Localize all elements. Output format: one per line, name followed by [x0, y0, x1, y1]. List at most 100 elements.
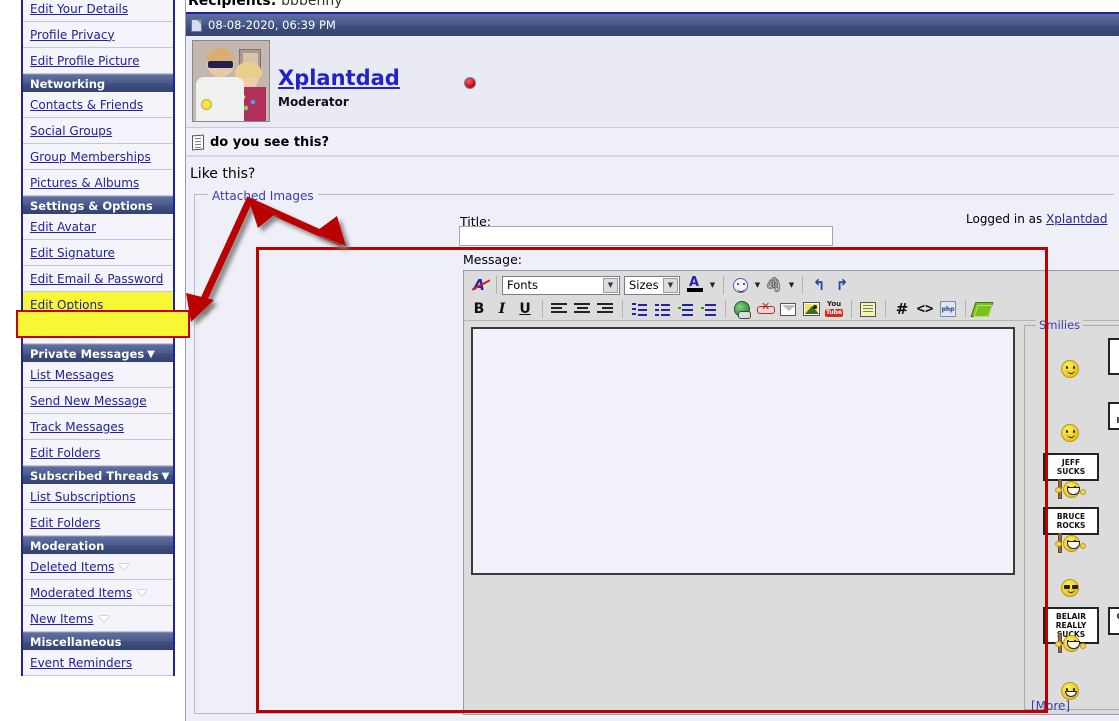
sidebar-item-label[interactable]: Event Reminders	[30, 656, 132, 670]
logged-in-user-link[interactable]: Xplantdad	[1046, 212, 1107, 226]
triangle-down-icon[interactable]	[137, 589, 148, 596]
underline-icon[interactable]: U	[514, 298, 536, 320]
insert-hash-icon[interactable]: #	[891, 298, 913, 320]
smiley-wink[interactable]	[1061, 682, 1079, 700]
remove-link-icon[interactable]	[754, 298, 776, 320]
smiley-jeff-sucks[interactable]: JEFF SUCKS	[1043, 453, 1099, 499]
sidebar-item-label[interactable]: Contacts & Friends	[30, 98, 143, 112]
insert-video-icon[interactable]: You Tube	[823, 298, 845, 320]
sidebar-item-moderated-items[interactable]: Moderated Items	[23, 580, 173, 606]
sidebar-item-deleted-items[interactable]: Deleted Items	[23, 554, 173, 580]
sidebar-item-edit-folders[interactable]: Edit Folders	[23, 440, 173, 466]
triangle-down-icon[interactable]	[98, 615, 109, 622]
sidebar-item-label[interactable]: Social Groups	[30, 124, 112, 138]
triangle-down-icon[interactable]	[119, 563, 130, 570]
chevron-down-icon[interactable]: ▼	[786, 281, 797, 289]
sidebar-item-label[interactable]: Edit Folders	[30, 446, 100, 460]
undo-icon[interactable]: ↰	[808, 274, 830, 296]
sidebar-item-label[interactable]: Edit Options	[30, 298, 103, 312]
sidebar-item-edit-your-details[interactable]: Edit Your Details	[23, 0, 173, 22]
editor-toolbar-row-2: B I U 123	[468, 297, 994, 321]
smiley-confused[interactable]	[1061, 360, 1079, 378]
sidebar-item-list-subscriptions[interactable]: List Subscriptions	[23, 484, 173, 510]
sidebar-item-pictures-albums[interactable]: Pictures & Albums	[23, 170, 173, 196]
attachment-icon[interactable]: 🖇	[763, 274, 785, 296]
sidebar-item-track-messages[interactable]: Track Messages	[23, 414, 173, 440]
align-left-icon[interactable]	[548, 298, 570, 320]
insert-php-icon[interactable]: php	[937, 298, 959, 320]
smiley-charley-sucks[interactable]: CHARLEYSUCKS	[1108, 607, 1119, 653]
outdent-icon[interactable]	[674, 298, 696, 320]
smiley-bruce-rocks[interactable]: BRUCE ROCKS	[1043, 507, 1099, 553]
smiley-bruce-rocks-text: BRUCE ROCKS	[1043, 507, 1099, 535]
sidebar-item-label[interactable]: List Messages	[30, 368, 114, 382]
insert-link-icon[interactable]	[731, 298, 753, 320]
sidebar-item-list-messages[interactable]: List Messages	[23, 362, 173, 388]
message-textarea-wrapper[interactable]	[471, 327, 1015, 575]
sidebar-item-label[interactable]: Edit Signature	[30, 246, 115, 260]
font-color-icon[interactable]: A	[684, 274, 706, 296]
smilies-more-link[interactable]: [More]	[1031, 699, 1070, 713]
bold-icon[interactable]: B	[468, 298, 490, 320]
insert-image-icon[interactable]	[800, 298, 822, 320]
sidebar-item-label[interactable]: Edit Folders	[30, 516, 100, 530]
message-textarea[interactable]	[473, 329, 1013, 573]
smiley-praise[interactable]	[1061, 424, 1079, 442]
redo-icon[interactable]: ↱	[831, 274, 853, 296]
smiley-can-i-have-it[interactable]: Can IHave It??	[1108, 402, 1119, 448]
sidebar-item-label[interactable]: Deleted Items	[30, 560, 114, 574]
chevron-down-icon[interactable]: ▼	[147, 350, 155, 360]
sidebar-item-new-items[interactable]: New Items	[23, 606, 173, 632]
sidebar-item-send-new-message[interactable]: Send New Message	[23, 388, 173, 414]
sidebar-item-edit-profile-picture[interactable]: Edit Profile Picture	[23, 48, 173, 74]
font-size-value: Sizes	[629, 278, 659, 292]
smiley-belair-really-sucks[interactable]: BELAIRREALLY SUCKS	[1043, 607, 1099, 653]
sidebar-item-edit-folders[interactable]: Edit Folders	[23, 510, 173, 536]
smiley-im-with-stupid[interactable]: ↑I'm withStupid	[1108, 338, 1119, 384]
sidebar-item-label[interactable]: Moderated Items	[30, 586, 132, 600]
sidebar-item-edit-email-password[interactable]: Edit Email & Password	[23, 266, 173, 292]
indent-icon[interactable]	[697, 298, 719, 320]
sidebar-item-label[interactable]: New Items	[30, 612, 94, 626]
avatar	[192, 40, 270, 122]
sidebar-item-event-reminders[interactable]: Event Reminders	[23, 650, 173, 676]
smiley-icon[interactable]	[729, 274, 751, 296]
toolbar-divider	[723, 276, 724, 294]
font-family-select[interactable]: Fonts ▼	[502, 275, 620, 295]
smiley-shocked[interactable]	[1061, 579, 1079, 597]
chevron-down-icon[interactable]: ▼	[752, 281, 763, 289]
post-author-link[interactable]: Xplantdad	[278, 66, 400, 90]
chevron-down-icon[interactable]: ▼	[162, 472, 170, 482]
sidebar-item-label[interactable]: Edit Profile Picture	[30, 54, 139, 68]
sidebar-item-group-memberships[interactable]: Group Memberships	[23, 144, 173, 170]
sidebar-item-label[interactable]: Edit Email & Password	[30, 272, 163, 286]
align-center-icon[interactable]	[571, 298, 593, 320]
sidebar-item-label[interactable]: List Subscriptions	[30, 490, 136, 504]
align-right-icon[interactable]	[594, 298, 616, 320]
unordered-list-icon[interactable]	[651, 298, 673, 320]
italic-icon[interactable]: I	[491, 298, 513, 320]
remove-formatting-icon[interactable]: A	[468, 274, 490, 296]
sidebar-item-label[interactable]: Profile Privacy	[30, 28, 115, 42]
sidebar-section-private-messages[interactable]: Private Messages ▼	[23, 344, 173, 362]
sidebar-item-edit-avatar[interactable]: Edit Avatar	[23, 214, 173, 240]
sidebar-item-label[interactable]: Edit Your Details	[30, 2, 128, 16]
sidebar-item-label[interactable]: Pictures & Albums	[30, 176, 139, 190]
chevron-down-icon[interactable]: ▼	[707, 281, 718, 289]
insert-email-icon[interactable]	[777, 298, 799, 320]
title-input[interactable]	[459, 226, 833, 246]
insert-quote-icon[interactable]	[857, 298, 879, 320]
sidebar-item-label[interactable]: Track Messages	[30, 420, 124, 434]
sidebar-item-edit-signature[interactable]: Edit Signature	[23, 240, 173, 266]
sidebar-item-contacts-friends[interactable]: Contacts & Friends	[23, 92, 173, 118]
sidebar-item-label[interactable]: Send New Message	[30, 394, 147, 408]
sidebar-section-subscribed-threads[interactable]: Subscribed Threads ▼	[23, 466, 173, 484]
font-size-select[interactable]: Sizes ▼	[624, 275, 680, 295]
insert-media-icon[interactable]	[970, 298, 994, 320]
insert-code-icon[interactable]: <>	[914, 298, 936, 320]
sidebar-item-label[interactable]: Edit Avatar	[30, 220, 96, 234]
sidebar-item-profile-privacy[interactable]: Profile Privacy	[23, 22, 173, 48]
sidebar-item-social-groups[interactable]: Social Groups	[23, 118, 173, 144]
sidebar-item-label[interactable]: Group Memberships	[30, 150, 151, 164]
ordered-list-icon[interactable]: 123	[628, 298, 650, 320]
